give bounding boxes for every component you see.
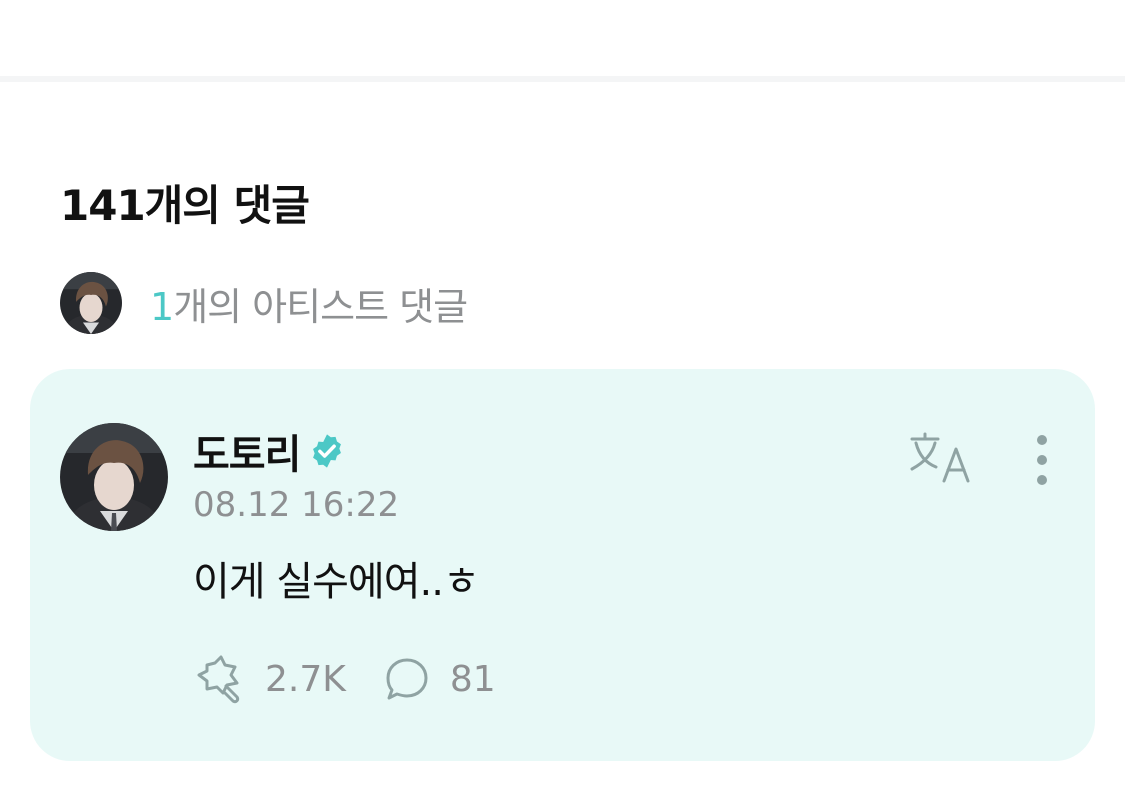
comment-timestamp: 08.12 16:22 <box>193 485 400 525</box>
comment-text: 이게 실수에여..ㅎ <box>193 559 480 605</box>
artist-comment-card[interactable]: 도토리 08.12 16:22 이게 실수에여..ㅎ 2.7K 81 <box>30 369 1095 761</box>
artist-comment-count: 1 <box>150 284 174 329</box>
comments-count-title: 141개의 댓글 <box>60 181 310 230</box>
section-divider <box>0 76 1125 82</box>
author-name[interactable]: 도토리 <box>193 422 301 480</box>
reply-button[interactable]: 81 <box>384 656 496 702</box>
speech-bubble-icon <box>386 658 428 700</box>
top-bar <box>0 0 1125 76</box>
verified-badge-icon <box>313 434 342 468</box>
reply-count: 81 <box>449 658 496 700</box>
author-row: 도토리 <box>193 424 346 478</box>
artist-comment-label: 개의 아티스트 댓글 <box>173 284 468 329</box>
artist-comments-link[interactable]: 1개의 아티스트 댓글 <box>60 272 468 334</box>
more-vertical-icon[interactable] <box>1022 433 1062 487</box>
like-count: 2.7K <box>265 658 346 700</box>
cheer-icon <box>197 655 240 704</box>
like-button[interactable]: 2.7K <box>193 653 346 705</box>
translate-icon[interactable] <box>908 431 974 485</box>
artist-avatar <box>60 272 122 334</box>
comment-actions: 2.7K 81 <box>193 651 496 707</box>
avatar[interactable] <box>60 423 168 531</box>
comments-screen: 141개의 댓글 1개의 아티스트 댓글 도토리 08.12 16:22 이게 … <box>0 0 1125 787</box>
